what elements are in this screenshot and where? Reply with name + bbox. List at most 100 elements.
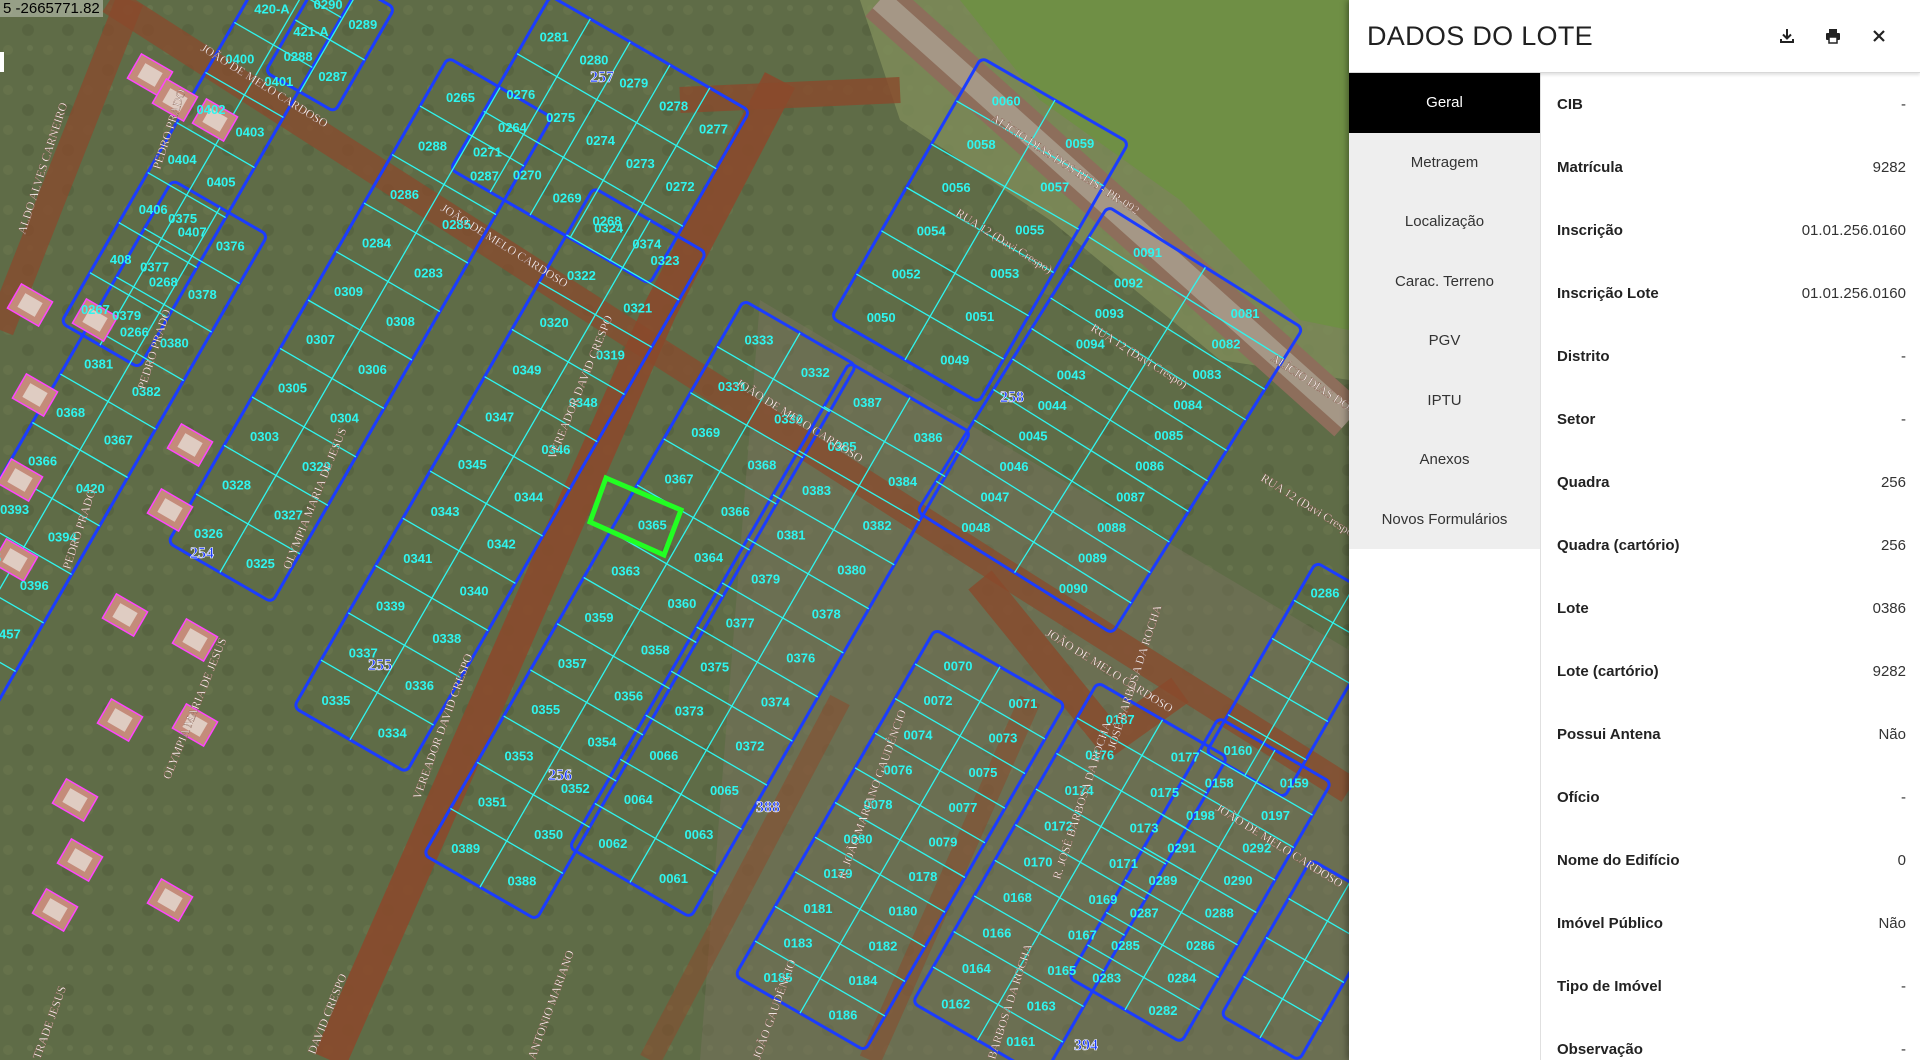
field-value: Não (1878, 726, 1906, 743)
block-number-label: 394 (1074, 1037, 1098, 1054)
lot-label: 0376 (216, 239, 245, 254)
lot-label: 0358 (641, 642, 670, 657)
field-value: - (1901, 411, 1906, 428)
lot-label: 0270 (513, 168, 542, 183)
lot-label: 0079 (928, 834, 957, 849)
close-icon (1873, 30, 1885, 42)
lot-label: 0326 (194, 526, 223, 541)
map-view[interactable]: 5 -2665771.82 0399418-A421-B419-A42 (0, 0, 1349, 1060)
lot-label: 0291 (1167, 841, 1196, 856)
field-row: Observação - (1541, 1018, 1920, 1060)
lot-label: 421-A (293, 24, 329, 39)
lot-label: 0269 (553, 191, 582, 206)
lot-label: 0333 (745, 333, 774, 348)
lot-label: 0373 (675, 704, 704, 719)
field-label: CIB (1557, 96, 1583, 113)
lot-label: 0071 (1008, 696, 1037, 711)
lot-label: 0175 (1150, 785, 1179, 800)
lot-label: 0366 (28, 453, 57, 468)
tab-pgv[interactable]: PGV (1349, 311, 1540, 371)
field-value: 256 (1880, 474, 1906, 491)
lot-label: 0051 (965, 309, 994, 324)
field-value: 0386 (1872, 600, 1906, 617)
map-side-handle[interactable] (0, 52, 4, 72)
lot-label: 0350 (534, 827, 563, 842)
lot-label: 0323 (651, 253, 680, 268)
lot-label: 0287 (1130, 905, 1159, 920)
field-label: Matrícula (1557, 159, 1623, 176)
lot-label: 0356 (614, 689, 643, 704)
tab-localiza-o[interactable]: Localização (1349, 192, 1540, 252)
lot-label: 0280 (579, 52, 608, 67)
lot-label: 0286 (1186, 938, 1215, 953)
lot-label: 0086 (1135, 459, 1164, 474)
lot-label: 0070 (944, 658, 973, 673)
lot-label: 408 (110, 252, 132, 267)
lot-label: 0367 (665, 471, 694, 486)
coordinate-readout: 5 -2665771.82 (0, 0, 103, 17)
lot-label: 0288 (284, 49, 313, 64)
lot-label: 0368 (747, 458, 776, 473)
lot-label: 0272 (666, 179, 695, 194)
tab-anexos[interactable]: Anexos (1349, 430, 1540, 490)
lot-label: 0056 (942, 180, 971, 195)
lot-label: 0309 (334, 284, 363, 299)
lot-label: 0380 (837, 562, 866, 577)
lot-label: 0264 (498, 120, 528, 135)
lot-label: 0055 (1015, 223, 1044, 238)
lot-label: 0389 (451, 841, 480, 856)
lot-label: 0307 (306, 332, 335, 347)
lot-label: 0379 (112, 308, 141, 323)
download-button[interactable] (1764, 13, 1810, 59)
lot-label: 0060 (992, 93, 1021, 108)
lot-label: 0367 (104, 433, 133, 448)
lot-label: 0276 (506, 87, 535, 102)
lot-label: 0265 (446, 90, 475, 105)
lot-label: 0182 (868, 938, 897, 953)
lot-label: 0274 (586, 133, 616, 148)
field-row: Inscrição Lote 01.01.256.0160 (1541, 262, 1920, 325)
field-value: 9282 (1872, 663, 1906, 680)
field-label: Distrito (1557, 348, 1610, 365)
block-number-label: 388 (756, 799, 780, 816)
lot-label: 0065 (710, 783, 739, 798)
field-row: Lote (cartório) 9282 (1541, 640, 1920, 703)
close-button[interactable] (1856, 13, 1902, 59)
lot-label: 0347 (485, 410, 514, 425)
cadastral-map[interactable]: 0399418-A421-B419-A420-A421-A04000401040… (0, 0, 1349, 1060)
lot-label: 0170 (1024, 854, 1053, 869)
lot-label: 0159 (1280, 776, 1309, 791)
tab-novos-formul-rios[interactable]: Novos Formulários (1349, 490, 1540, 550)
tab-metragem[interactable]: Metragem (1349, 133, 1540, 193)
lot-label: 0382 (863, 518, 892, 533)
lot-label: 0343 (431, 504, 460, 519)
lot-label: 0093 (1095, 306, 1124, 321)
lot-label: 0180 (888, 904, 917, 919)
lot-label: 0403 (235, 124, 264, 139)
lot-label: 0278 (659, 98, 688, 113)
lot-label: 0281 (540, 29, 569, 44)
lot-label: 0173 (1130, 821, 1159, 836)
print-button[interactable] (1810, 13, 1856, 59)
lot-label: 0377 (140, 260, 169, 275)
field-value: 01.01.256.0160 (1801, 285, 1906, 302)
lot-label: 0066 (649, 748, 678, 763)
lot-label: 0405 (207, 174, 236, 189)
tab-iptu[interactable]: IPTU (1349, 371, 1540, 431)
field-row: Tipo de Imóvel - (1541, 955, 1920, 1018)
lot-label: 0407 (178, 224, 207, 239)
lot-label: 0074 (904, 728, 934, 743)
lot-label: 0090 (1059, 581, 1088, 596)
tab-carac-terreno[interactable]: Carac. Terreno (1349, 252, 1540, 312)
lot-label: 0054 (917, 223, 947, 238)
field-label: Quadra (cartório) (1557, 537, 1680, 554)
lot-label: 0305 (278, 381, 307, 396)
lot-label: 0284 (1167, 970, 1197, 985)
field-row: Quadra 256 (1541, 451, 1920, 514)
lot-label: 0306 (358, 362, 387, 377)
print-icon (1826, 29, 1840, 44)
tab-geral[interactable]: Geral (1349, 73, 1540, 133)
lot-label: 0340 (460, 584, 489, 599)
field-label: Observação (1557, 1041, 1643, 1058)
lot-label: 0275 (546, 110, 575, 125)
